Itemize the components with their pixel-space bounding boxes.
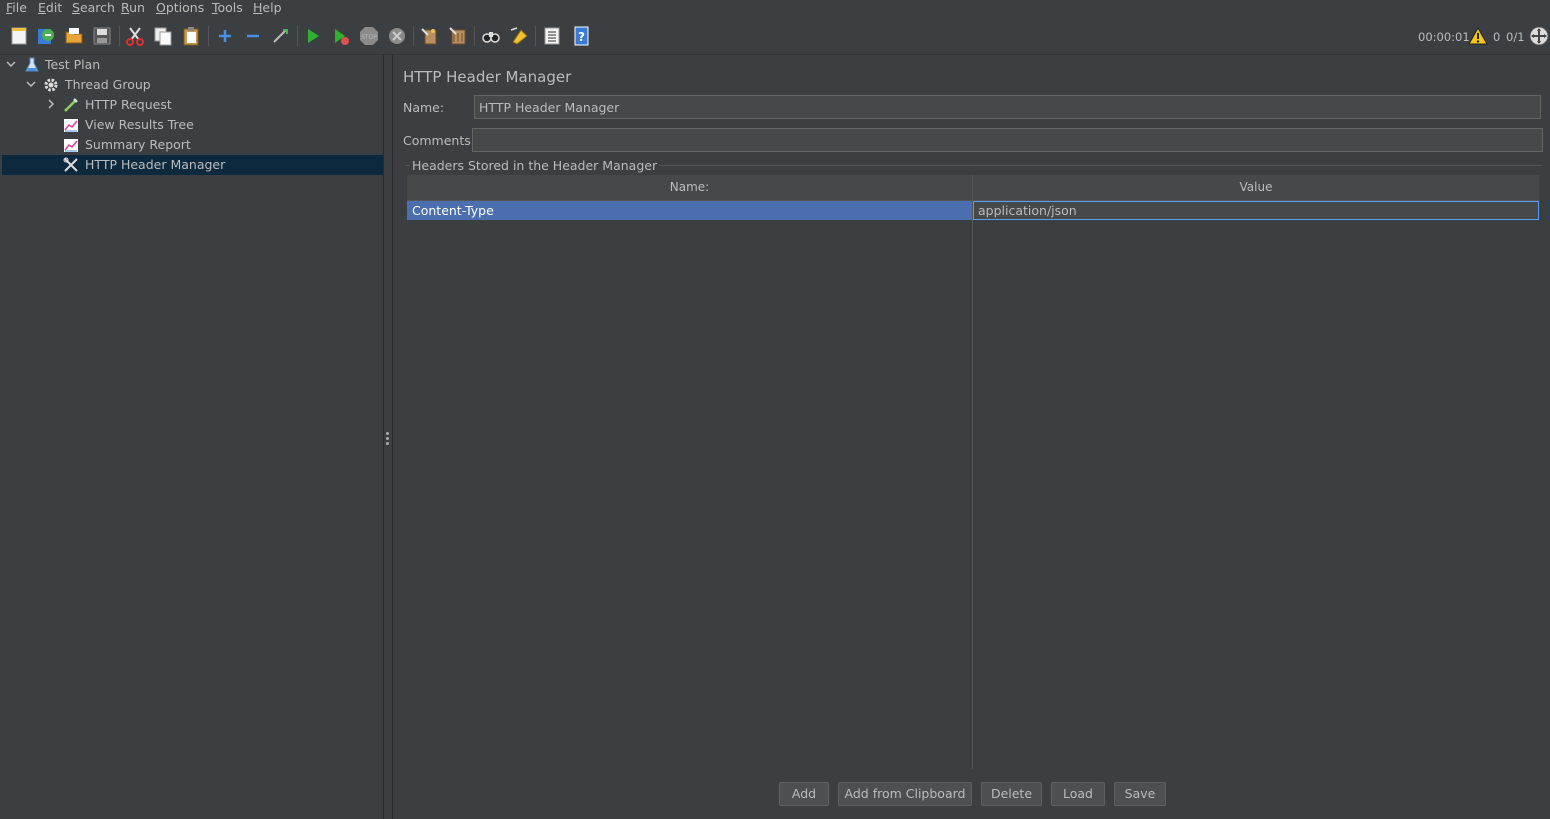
tree-item-http-request[interactable]: HTTP Request <box>2 95 383 115</box>
open-icon[interactable] <box>64 26 84 46</box>
pipette-icon <box>64 98 78 112</box>
tree-item-summary-report[interactable]: Summary Report <box>2 135 383 155</box>
templates-icon[interactable] <box>36 26 56 46</box>
tree-item-test-plan[interactable]: Test Plan <box>2 55 383 75</box>
active-threads: 0/1 <box>1506 30 1525 44</box>
error-count: 0 <box>1493 30 1501 44</box>
column-header-name[interactable]: Name: <box>407 175 972 200</box>
remote-icon[interactable] <box>1529 26 1549 46</box>
paste-icon[interactable] <box>181 26 201 46</box>
menu-options[interactable]: Options <box>156 0 204 17</box>
split-pane-divider[interactable] <box>384 55 393 819</box>
collapse-icon[interactable] <box>243 26 263 46</box>
menu-search[interactable]: Search <box>72 0 115 17</box>
comments-label: Comments: <box>403 133 475 148</box>
menu-edit[interactable]: Edit <box>38 0 62 17</box>
toggle-icon[interactable] <box>271 26 291 46</box>
add-button[interactable]: Add <box>779 782 829 806</box>
shutdown-icon[interactable] <box>387 26 407 46</box>
tree-item-label: View Results Tree <box>85 117 194 132</box>
table-row[interactable]: Content-Type application/json <box>407 201 1539 220</box>
chevron-down-icon[interactable] <box>5 58 17 70</box>
start-no-pause-icon[interactable] <box>331 26 351 46</box>
name-label: Name: <box>403 100 445 115</box>
start-icon[interactable] <box>303 26 323 46</box>
gear-icon <box>44 78 58 92</box>
help-icon[interactable]: ? <box>571 26 591 46</box>
splitter-grip <box>386 432 389 435</box>
header-name-cell[interactable]: Content-Type <box>407 201 972 220</box>
elapsed-timer: 00:00:01 <box>1418 30 1470 44</box>
test-plan-tree: Test Plan Thread Group HTTP Request View… <box>2 55 384 819</box>
column-header-value[interactable]: Value <box>973 175 1539 200</box>
save-icon[interactable] <box>92 26 112 46</box>
tree-item-label: Summary Report <box>85 137 191 152</box>
graph-icon <box>64 139 78 152</box>
headers-table: Name: Value Content-Type application/jso… <box>407 175 1539 769</box>
expand-icon[interactable] <box>215 26 235 46</box>
toolbar-separator <box>119 26 120 46</box>
chevron-down-icon[interactable] <box>25 78 37 90</box>
table-header: Name: Value <box>407 175 1539 201</box>
warning-icon[interactable] <box>1468 26 1488 45</box>
menu-file[interactable]: File <box>6 0 27 17</box>
toolbar-separator <box>208 26 209 46</box>
tree-item-http-header-manager[interactable]: HTTP Header Manager <box>2 155 383 175</box>
toolbar-separator <box>297 26 298 46</box>
graph-icon <box>64 119 78 132</box>
clear-all-icon[interactable] <box>448 26 468 46</box>
name-field[interactable] <box>474 95 1541 119</box>
header-manager-panel: HTTP Header Manager Name: Comments: Head… <box>393 55 1550 819</box>
splitter-grip <box>386 442 389 445</box>
page-title: HTTP Header Manager <box>403 68 572 86</box>
menu-tools[interactable]: Tools <box>212 0 243 17</box>
headers-group-title: Headers Stored in the Header Manager <box>410 158 660 173</box>
delete-button[interactable]: Delete <box>981 782 1042 806</box>
search-icon[interactable] <box>481 26 501 46</box>
tree-item-label: HTTP Header Manager <box>85 157 226 172</box>
cut-icon[interactable] <box>125 26 145 46</box>
new-icon[interactable] <box>9 26 29 46</box>
tree-item-label: Test Plan <box>45 57 101 72</box>
tree-item-thread-group[interactable]: Thread Group <box>2 75 383 95</box>
toolbar-separator <box>413 26 414 46</box>
menu-run[interactable]: Run <box>121 0 145 17</box>
function-helper-icon[interactable] <box>542 26 562 46</box>
copy-icon[interactable] <box>153 26 173 46</box>
splitter-grip <box>386 437 389 440</box>
chevron-right-icon[interactable] <box>45 98 57 110</box>
toolbar: STOP ? 00:00:01 0 0/1 <box>0 18 1550 55</box>
svg-text:STOP: STOP <box>361 34 377 41</box>
toolbar-separator <box>535 26 536 46</box>
save-button[interactable]: Save <box>1114 782 1166 806</box>
comments-field[interactable] <box>472 128 1543 152</box>
menu-bar: File Edit Search Run Options Tools Help <box>0 0 1550 17</box>
load-button[interactable]: Load <box>1051 782 1105 806</box>
clear-icon[interactable] <box>420 26 440 46</box>
tree-item-label: HTTP Request <box>85 97 172 112</box>
column-divider <box>972 175 973 769</box>
wrench-icon <box>63 157 78 172</box>
menu-help[interactable]: Help <box>253 0 282 17</box>
tree-item-label: Thread Group <box>65 77 151 92</box>
svg-text:?: ? <box>578 30 585 44</box>
toolbar-separator <box>474 26 475 46</box>
reset-search-icon[interactable] <box>509 26 529 46</box>
add-from-clipboard-button[interactable]: Add from Clipboard <box>838 782 972 806</box>
header-value-cell[interactable]: application/json <box>973 201 1539 220</box>
tree-item-view-results-tree[interactable]: View Results Tree <box>2 115 383 135</box>
test-plan-icon <box>25 57 39 72</box>
stop-icon[interactable]: STOP <box>359 26 379 46</box>
